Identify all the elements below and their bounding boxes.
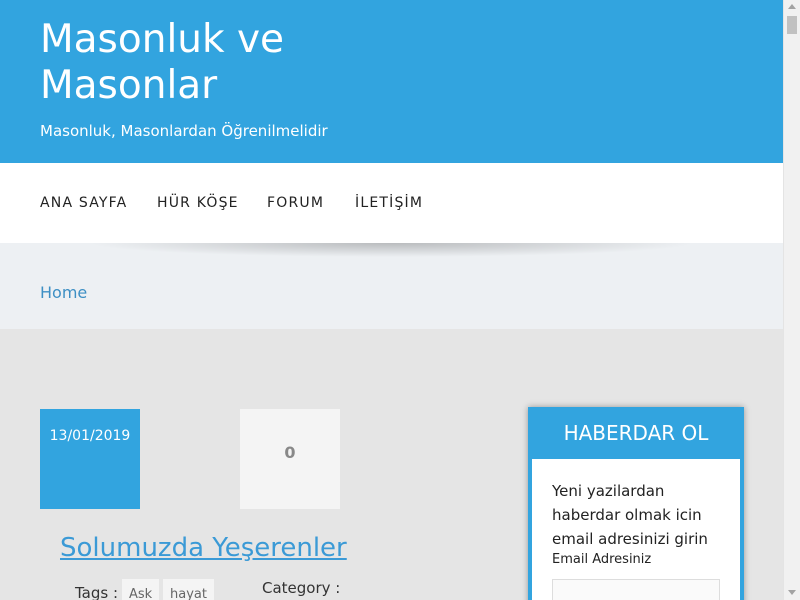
scroll-down-arrow-icon[interactable]: [788, 590, 796, 595]
scroll-up-arrow-icon[interactable]: [788, 4, 796, 9]
tag-ask[interactable]: Ask: [122, 579, 160, 600]
email-input[interactable]: [552, 579, 720, 600]
site-header: Masonluk ve Masonlar Masonluk, Masonlard…: [0, 0, 783, 163]
nav-shadow: [0, 243, 783, 263]
email-label: Email Adresiniz: [552, 552, 652, 567]
post-date-box: 13/01/2019: [40, 409, 140, 509]
nav-item-forum[interactable]: FORUM: [267, 195, 324, 211]
site-tagline: Masonluk, Masonlardan Öğrenilmelidir: [40, 122, 328, 140]
page-scrollbar[interactable]: [783, 0, 800, 600]
comment-count-box[interactable]: 0: [240, 409, 340, 509]
site-title[interactable]: Masonluk ve Masonlar: [40, 17, 360, 109]
post-title-link[interactable]: Solumuzda Yeşerenler: [60, 533, 347, 563]
nav-item-iletisim[interactable]: İLETİŞİM: [355, 195, 423, 211]
comment-count: 0: [284, 443, 296, 462]
nav-item-ana-sayfa[interactable]: ANA SAYFA: [40, 195, 127, 211]
widget-description: Yeni yazilardan haberdar olmak icin emai…: [552, 482, 708, 548]
scroll-thumb[interactable]: [787, 16, 797, 34]
breadcrumb-home-link[interactable]: Home: [40, 283, 87, 302]
category-label: Category :: [262, 579, 341, 597]
widget-title: HABERDAR OL: [563, 421, 709, 445]
main-nav: ANA SAYFA HÜR KÖŞE FORUM İLETİŞİM: [0, 163, 783, 243]
nav-item-hur-kose[interactable]: HÜR KÖŞE: [157, 195, 239, 211]
widget-body: Yeni yazilardan haberdar olmak icin emai…: [532, 459, 740, 600]
tags-label: Tags :: [75, 584, 119, 600]
post-date: 13/01/2019: [49, 428, 131, 444]
subscribe-widget: HABERDAR OL Yeni yazilardan haberdar olm…: [528, 407, 744, 600]
tag-hayat[interactable]: hayat: [163, 579, 214, 600]
page: Masonluk ve Masonlar Masonluk, Masonlard…: [0, 0, 783, 600]
